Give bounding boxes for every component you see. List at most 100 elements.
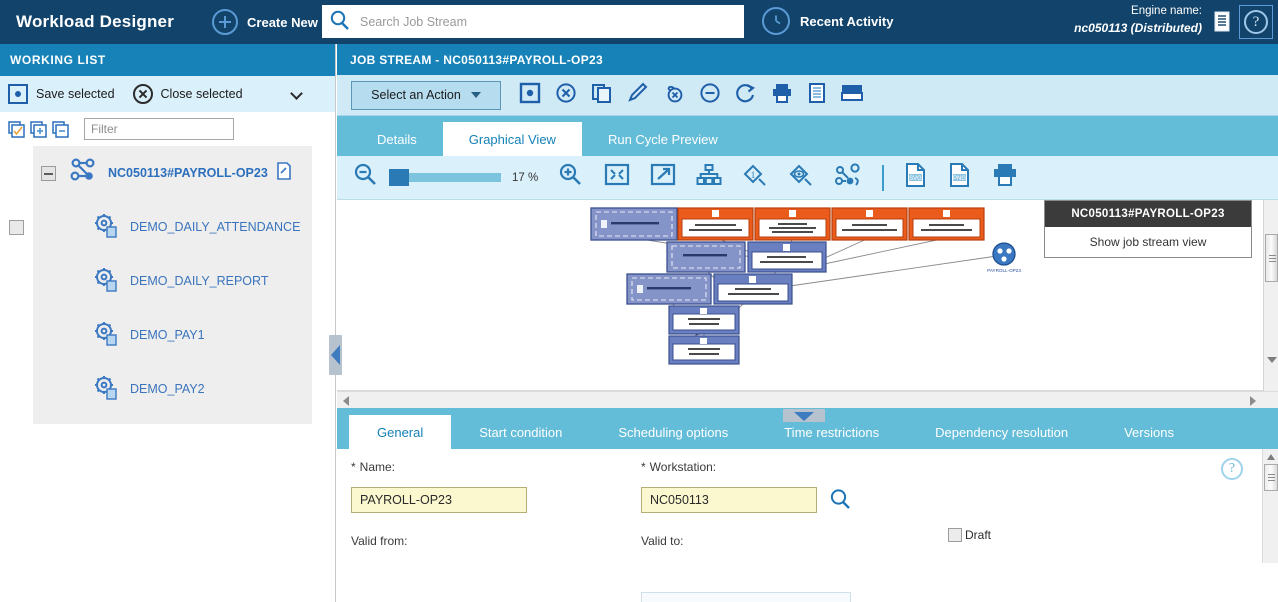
zoom-out-icon[interactable] bbox=[353, 162, 379, 193]
tree-item-label-child[interactable]: DEMO_PAY1 bbox=[130, 328, 205, 342]
remove-icon[interactable] bbox=[699, 82, 721, 109]
scroll-right-arrow-icon[interactable] bbox=[1250, 396, 1256, 406]
zoom-slider-thumb[interactable] bbox=[389, 169, 409, 186]
graph-collapse-handle[interactable] bbox=[783, 409, 825, 422]
draft-checkbox-group[interactable]: Draft bbox=[948, 528, 991, 542]
node-tooltip: NC050113#PAYROLL-OP23 Show job stream vi… bbox=[1044, 200, 1252, 258]
delete-icon[interactable] bbox=[663, 82, 685, 109]
tooltip-title: NC050113#PAYROLL-OP23 bbox=[1045, 201, 1251, 227]
save-icon[interactable] bbox=[519, 82, 541, 109]
form-vertical-scrollbar[interactable] bbox=[1262, 449, 1278, 563]
recent-activity-button[interactable]: Recent Activity bbox=[762, 7, 893, 35]
tab-start-condition[interactable]: Start condition bbox=[451, 415, 590, 449]
form-help-icon[interactable]: ? bbox=[1221, 458, 1243, 480]
zoom-slider[interactable]: 17 % bbox=[389, 169, 539, 186]
tree-item-label-child[interactable]: DEMO_DAILY_ATTENDANCE bbox=[130, 220, 300, 234]
create-new-label: Create New bbox=[247, 14, 318, 30]
export-svg-icon[interactable]: SVG bbox=[904, 162, 928, 193]
graph-horizontal-scrollbar[interactable] bbox=[337, 391, 1278, 422]
search-box[interactable] bbox=[322, 5, 744, 38]
svg-text:PNG: PNG bbox=[953, 176, 966, 182]
scroll-down-arrow-icon[interactable] bbox=[1267, 357, 1277, 363]
hierarchy-layout-icon[interactable] bbox=[696, 163, 722, 192]
search-input[interactable] bbox=[356, 7, 744, 36]
save-selected-button[interactable]: Save selected bbox=[8, 84, 115, 104]
annotate-icon[interactable]: 1 bbox=[742, 163, 768, 192]
scroll-up-arrow-icon[interactable] bbox=[1267, 454, 1275, 460]
workstation-lookup-icon[interactable] bbox=[829, 488, 853, 517]
duplicate-icon[interactable] bbox=[591, 82, 613, 109]
plus-circle-icon bbox=[212, 9, 239, 35]
tree-row-child[interactable]: DEMO_PAY2 bbox=[33, 362, 312, 416]
graphical-view-toolbar: 17 % 1 SVG PNG bbox=[337, 156, 1278, 200]
list-item-checkbox[interactable] bbox=[9, 220, 24, 235]
job-icon bbox=[93, 320, 119, 351]
tab-versions[interactable]: Versions bbox=[1096, 415, 1202, 449]
tab-run-cycle-preview[interactable]: Run Cycle Preview bbox=[582, 122, 744, 156]
scrollbar-thumb[interactable] bbox=[1265, 234, 1278, 282]
tree-row-child[interactable]: DEMO_PAY1 bbox=[33, 308, 312, 362]
cancel-icon[interactable] bbox=[555, 82, 577, 109]
tab-time-restrictions[interactable]: Time restrictions bbox=[756, 415, 907, 449]
help-button[interactable]: ? bbox=[1239, 5, 1273, 39]
dependencies-icon[interactable] bbox=[834, 162, 862, 193]
help-icon: ? bbox=[1244, 10, 1268, 34]
refresh-icon[interactable] bbox=[735, 82, 757, 109]
open-new-window-icon[interactable] bbox=[650, 163, 676, 192]
select-an-action-label: Select an Action bbox=[371, 88, 461, 102]
valid-to-date-field[interactable] bbox=[641, 592, 851, 602]
split-view-icon[interactable] bbox=[841, 83, 863, 108]
name-input[interactable] bbox=[351, 487, 527, 513]
search-icon bbox=[322, 5, 356, 38]
graph-node-file-dependency bbox=[626, 273, 712, 305]
scroll-left-arrow-icon[interactable] bbox=[343, 396, 349, 406]
job-stream-header: JOB STREAM - NC050113#PAYROLL-OP23 bbox=[337, 44, 1278, 75]
collapse-all-icon[interactable] bbox=[52, 120, 69, 138]
tree-row-child[interactable]: DEMO_DAILY_ATTENDANCE bbox=[33, 200, 312, 254]
create-new-button[interactable]: Create New bbox=[212, 9, 318, 35]
svg-text:1: 1 bbox=[751, 170, 756, 180]
list-icon[interactable] bbox=[807, 82, 827, 109]
print-icon[interactable] bbox=[771, 82, 793, 109]
tab-dependency-resolution[interactable]: Dependency resolution bbox=[907, 415, 1096, 449]
edit-page-icon[interactable] bbox=[277, 161, 292, 185]
workstation-input[interactable] bbox=[641, 487, 817, 513]
tab-graphical-view[interactable]: Graphical View bbox=[442, 122, 582, 156]
show-job-stream-view-link[interactable]: Show job stream view bbox=[1045, 227, 1251, 257]
working-list-tree: NC050113#PAYROLL-OP23 DEMO_DAILY_ATTENDA… bbox=[0, 146, 335, 542]
scrollbar-thumb[interactable] bbox=[1264, 464, 1278, 491]
tab-scheduling-options[interactable]: Scheduling options bbox=[590, 415, 756, 449]
name-label-text: Name: bbox=[359, 460, 396, 474]
svg-text:SVG: SVG bbox=[909, 176, 922, 182]
tree-row-child[interactable]: DEMO_DAILY_REPORT bbox=[33, 254, 312, 308]
tree-item-label-root[interactable]: NC050113#PAYROLL-OP23 bbox=[108, 166, 268, 180]
close-selected-button[interactable]: Close selected bbox=[132, 84, 243, 104]
graph-canvas[interactable]: PAYROLL-OP23 NC050113#PAYROLL-OP23 Show … bbox=[337, 200, 1278, 391]
edit-icon[interactable] bbox=[627, 82, 649, 109]
close-icon bbox=[132, 84, 153, 104]
tree-item-label-child[interactable]: DEMO_DAILY_REPORT bbox=[130, 274, 268, 288]
collapse-node-icon[interactable] bbox=[41, 165, 56, 181]
panel-collapse-handle[interactable] bbox=[329, 335, 342, 375]
graph-vertical-scrollbar[interactable] bbox=[1263, 200, 1278, 391]
zoom-percent-label: 17 % bbox=[512, 171, 539, 184]
chevron-down-icon[interactable] bbox=[290, 87, 303, 100]
fit-to-window-icon[interactable] bbox=[604, 163, 630, 192]
tree-item-label-child[interactable]: DEMO_PAY2 bbox=[130, 382, 205, 396]
select-an-action-dropdown[interactable]: Select an Action bbox=[351, 80, 501, 110]
select-all-icon[interactable] bbox=[8, 120, 25, 138]
tree-row-root[interactable]: NC050113#PAYROLL-OP23 bbox=[33, 146, 312, 200]
filter-input[interactable] bbox=[84, 118, 234, 140]
export-png-icon[interactable]: PNG bbox=[948, 162, 972, 193]
engine-name-label: Engine name: bbox=[1131, 5, 1202, 17]
job-icon bbox=[93, 212, 119, 243]
document-icon[interactable] bbox=[1214, 11, 1232, 38]
print-icon[interactable] bbox=[992, 162, 1018, 193]
preview-icon[interactable] bbox=[788, 163, 814, 192]
tab-general[interactable]: General bbox=[349, 415, 452, 449]
draft-checkbox[interactable] bbox=[948, 528, 962, 542]
expand-all-icon[interactable] bbox=[30, 120, 47, 138]
zoom-slider-track[interactable] bbox=[389, 169, 501, 186]
zoom-in-icon[interactable] bbox=[558, 162, 584, 193]
tab-details[interactable]: Details bbox=[351, 122, 443, 156]
